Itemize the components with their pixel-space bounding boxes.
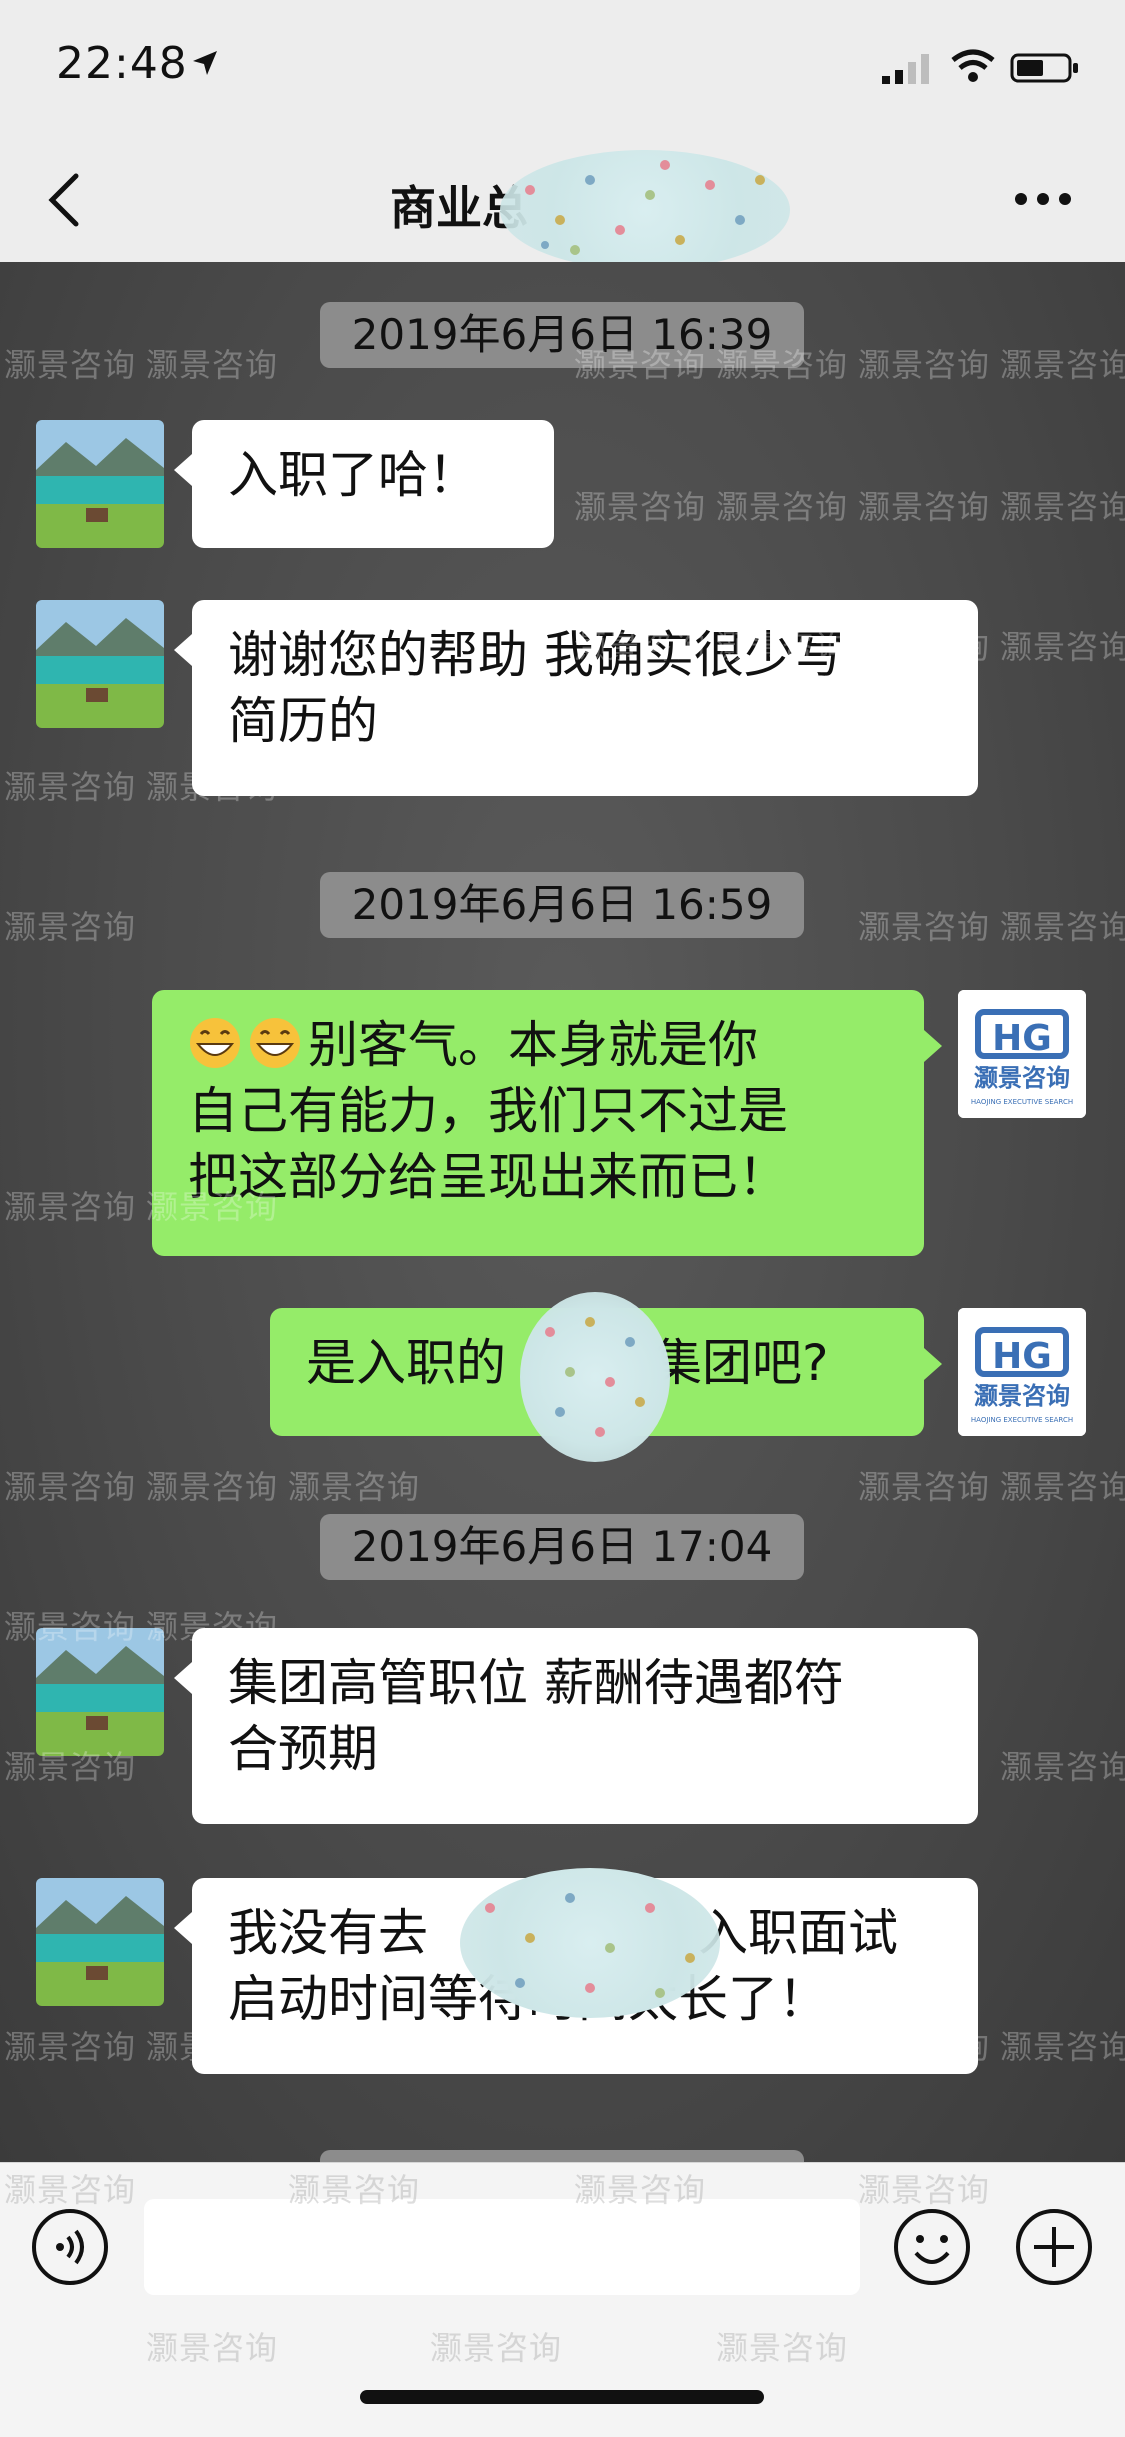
watermark: 灏景咨询 [1000,1748,1125,1786]
watermark: 灏景咨询 [1000,488,1125,526]
watermark: 灏景咨询 [4,1468,137,1506]
watermark: 灏景咨询 [146,2329,279,2367]
watermark: 灏景咨询 [716,488,849,526]
cellular-signal-icon [882,54,929,84]
watermark: 灏景咨询 [1000,2028,1125,2066]
landscape-avatar-icon [36,1628,164,1756]
message-line: 别客气。本身就是你 [188,1012,888,1078]
landscape-avatar-icon [36,420,164,548]
grinning-face-emoji-icon [190,1018,240,1068]
location-arrow-icon [193,51,217,75]
watermark: 灏景咨询 [858,1468,991,1506]
watermark: 灏景咨询 [288,1468,421,1506]
redaction-blur [460,1868,720,2018]
more-options-icon[interactable] [1012,190,1074,208]
message-text: 我没有去 [228,1904,428,1962]
svg-text:HAOJING EXECUTIVE SEARCH: HAOJING EXECUTIVE SEARCH [971,1098,1073,1106]
wifi-icon [951,49,995,82]
watermark: 灏景咨询 [1000,908,1125,946]
back-chevron-icon[interactable] [44,170,84,230]
timestamp: 2019年6月6日 16:39 [320,302,804,368]
svg-text:灏景咨询: 灏景咨询 [974,1382,1070,1410]
haojing-logo-icon: HG 灏景咨询 HAOJING EXECUTIVE SEARCH [958,990,1086,1118]
svg-text:灏景咨询: 灏景咨询 [974,1064,1070,1092]
message-text: 别客气。本身就是你 [308,1016,758,1074]
emoji-picker-icon[interactable] [892,2207,972,2287]
voice-input-icon[interactable] [30,2207,110,2287]
haojing-logo-icon: HG 灏景咨询 HAOJING EXECUTIVE SEARCH [958,1308,1086,1436]
own-avatar[interactable]: HG 灏景咨询 HAOJING EXECUTIVE SEARCH [958,1308,1086,1436]
top-bar: 22:48 商业总 [0,0,1125,270]
timestamp: 2019年6月6日 16:59 [320,872,804,938]
home-indicator[interactable] [360,2390,764,2404]
watermark: 灏景咨询 [1000,1468,1125,1506]
chat-area[interactable]: 2019年6月6日 16:39 入职了哈！ 谢谢您的帮助 我确实很少写 简历的 … [0,262,1125,2216]
message-line: 自己有能力，我们只不过是 [188,1082,788,1140]
watermark: 灏景咨询 [858,2171,991,2209]
watermark: 灏景咨询 [430,2329,563,2367]
watermark: 灏景咨询 [4,768,137,806]
own-avatar[interactable]: HG 灏景咨询 HAOJING EXECUTIVE SEARCH [958,990,1086,1118]
timestamp: 2019年6月6日 17:04 [320,1514,804,1580]
svg-text:HG: HG [992,1336,1052,1377]
outgoing-message[interactable]: 别客气。本身就是你 自己有能力，我们只不过是 把这部分给呈现出来而已！ [152,990,942,1256]
watermark: 灏景咨询 [146,1468,279,1506]
grinning-face-emoji-icon [250,1018,300,1068]
watermark: 灏景咨询 [858,908,991,946]
landscape-avatar-icon [36,600,164,728]
watermark: 灏景咨询 [1000,346,1125,384]
battery-icon [1010,53,1078,83]
contact-avatar[interactable] [36,1878,164,2006]
watermark: 灏景咨询 [716,2329,849,2367]
message-text: 集团吧? [652,1334,829,1392]
watermark: 灏景咨询 [4,2028,137,2066]
watermark: 灏景咨询 [574,488,707,526]
contact-avatar[interactable] [36,420,164,548]
landscape-avatar-icon [36,1878,164,2006]
message-text: 入职面试 [698,1904,898,1962]
message-line: 集团高管职位 薪酬待遇都符 [228,1654,844,1712]
message-line: 合预期 [228,1720,378,1778]
status-time: 22:48 [56,38,188,89]
contact-avatar[interactable] [36,1628,164,1756]
incoming-message[interactable]: 谢谢您的帮助 我确实很少写 简历的 [174,600,978,796]
watermark: 灏景咨询 [4,2171,137,2209]
redaction-blur [520,1292,670,1462]
contact-avatar[interactable] [36,600,164,728]
watermark: 灏景咨询 [1000,628,1125,666]
message-line: 谢谢您的帮助 我确实很少写 [228,626,844,684]
message-line: 把这部分给呈现出来而已！ [188,1148,788,1206]
watermark: 灏景咨询 [858,488,991,526]
watermark: 灏景咨询 [146,346,279,384]
redaction-blur [500,150,790,270]
message-line: 简历的 [228,692,378,750]
incoming-message[interactable]: 集团高管职位 薪酬待遇都符 合预期 [174,1628,978,1824]
incoming-message[interactable]: 入职了哈！ [174,420,554,548]
watermark: 灏景咨询 [4,908,137,946]
message-input[interactable] [144,2199,860,2295]
watermark: 灏景咨询 [4,346,137,384]
svg-text:HG: HG [992,1018,1052,1059]
watermark: 灏景咨询 [858,346,991,384]
more-functions-plus-icon[interactable] [1014,2207,1094,2287]
watermark: 灏景咨询 [4,1188,137,1226]
message-text: 是入职的 [306,1334,506,1392]
svg-text:HAOJING EXECUTIVE SEARCH: HAOJING EXECUTIVE SEARCH [971,1416,1073,1424]
